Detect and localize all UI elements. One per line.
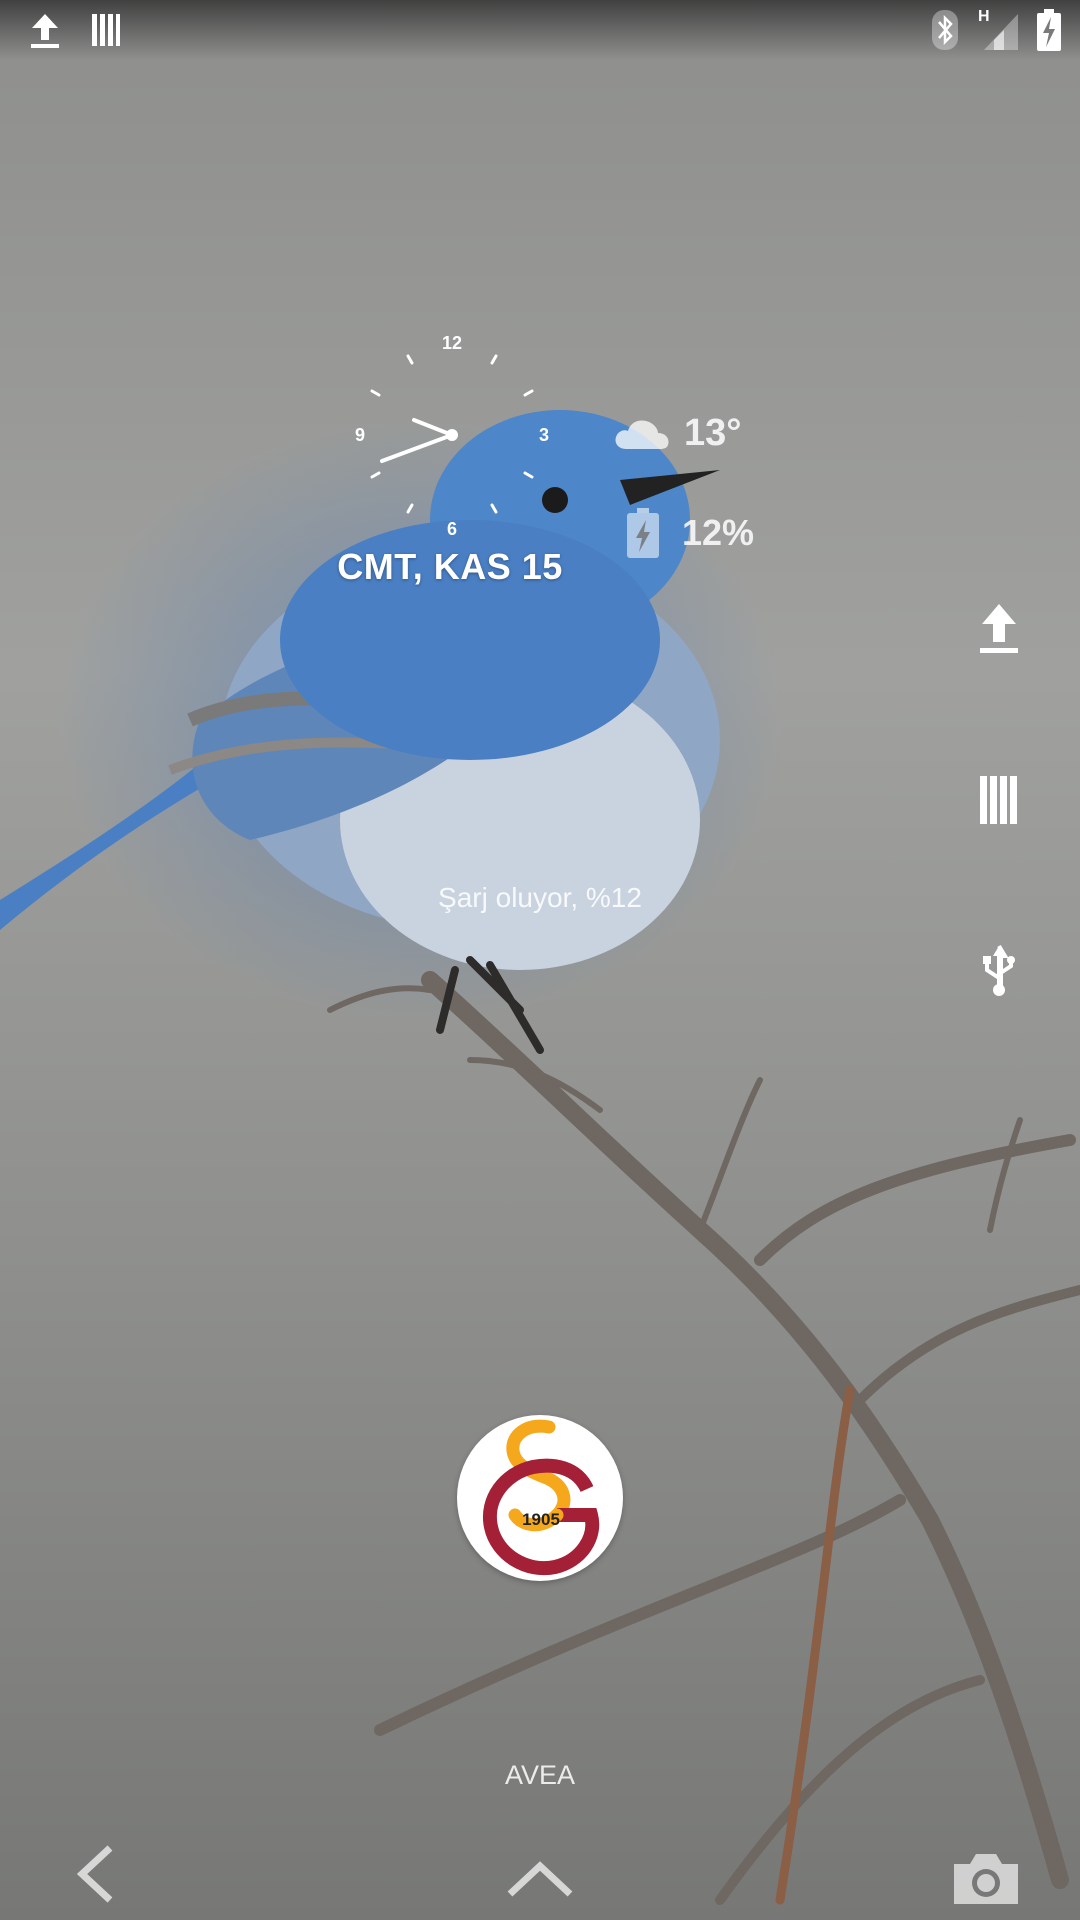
clock-numeral-3: 3 [539, 425, 549, 445]
upload-icon [31, 14, 59, 48]
wallpaper-image [0, 410, 1080, 1905]
galatasaray-logo-icon: 1905 [482, 1419, 600, 1576]
cloud-icon [615, 419, 669, 449]
battery-charging-icon [627, 508, 659, 558]
date-label: CMT, KAS 15 [337, 546, 563, 587]
carrier-label: AVEA [504, 1760, 576, 1790]
barcode-icon [92, 14, 120, 46]
clock-numeral-12: 12 [442, 333, 462, 353]
upload-icon[interactable] [978, 600, 1020, 656]
clock-numeral-9: 9 [355, 425, 365, 445]
battery-widget: 12% [626, 508, 754, 558]
temperature-label: 13° [684, 412, 742, 454]
unlock-chevron-up-icon[interactable] [506, 1860, 574, 1900]
status-bar: H [0, 0, 1080, 60]
user-avatar[interactable]: 1905 [457, 1415, 623, 1581]
clock-numeral-6: 6 [447, 519, 457, 539]
clock-minute-hand [380, 433, 454, 463]
charging-status: Şarj oluyor, %12 [438, 882, 642, 913]
barcode-icon[interactable] [978, 774, 1020, 826]
weather-widget[interactable]: 13° [614, 412, 741, 455]
bluetooth-icon [932, 10, 958, 50]
camera-icon[interactable] [950, 1850, 1022, 1906]
clock-hour-hand [412, 418, 454, 437]
signal-h-icon: H [978, 8, 1018, 52]
back-chevron-icon[interactable] [74, 1844, 118, 1904]
usb-icon[interactable] [978, 944, 1020, 998]
battery-percent-label: 12% [682, 512, 755, 553]
logo-year: 1905 [522, 1510, 560, 1529]
lockscreen-nav-bar [0, 1820, 1080, 1920]
analog-clock[interactable]: 12 3 6 9 [349, 325, 555, 545]
battery-charging-icon [1037, 9, 1061, 51]
